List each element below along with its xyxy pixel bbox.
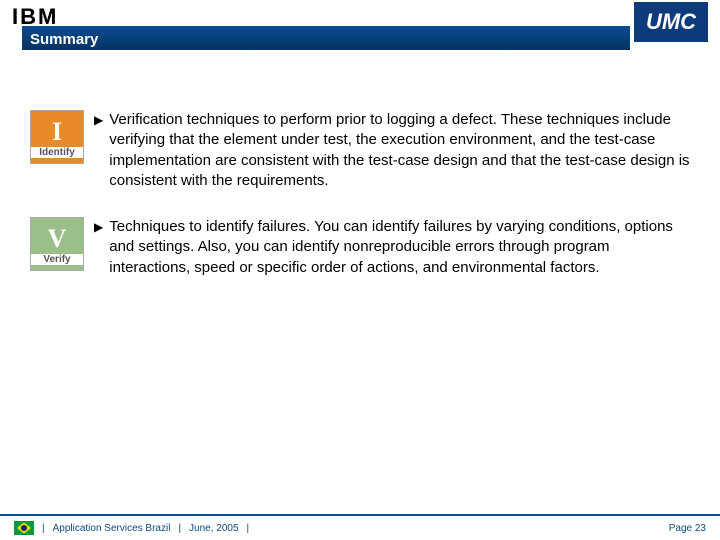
identify-badge-label: Identify <box>31 147 83 158</box>
bullet-marker-icon: ▶ <box>94 217 103 278</box>
verify-badge-letter: V <box>48 224 67 254</box>
footer-left: | Application Services Brazil | June, 20… <box>14 521 249 535</box>
bullet-text: Techniques to identify failures. You can… <box>109 217 690 278</box>
identify-badge: I Identify <box>30 110 84 164</box>
footer-sep: | <box>42 523 45 534</box>
slide-body: I Identify ▶ Verification techniques to … <box>30 110 690 304</box>
umc-logo: UMC <box>634 2 708 42</box>
footer-sep: | <box>178 523 181 534</box>
footer: | Application Services Brazil | June, 20… <box>0 514 720 540</box>
header: IBM Summary UMC <box>0 0 720 50</box>
verify-badge: V Verify <box>30 217 84 271</box>
footer-date: June, 2005 <box>189 523 239 534</box>
bullet-text: Verification techniques to perform prior… <box>109 110 690 191</box>
title-bar: Summary <box>22 26 630 50</box>
bullet-row: ▶ Verification techniques to perform pri… <box>94 110 690 191</box>
footer-sep: | <box>247 523 250 534</box>
umc-logo-text: UMC <box>646 9 696 35</box>
bullet-item: V Verify ▶ Techniques to identify failur… <box>30 217 690 278</box>
footer-org: Application Services Brazil <box>53 523 171 534</box>
bullet-marker-icon: ▶ <box>94 110 103 191</box>
verify-badge-label: Verify <box>31 254 83 265</box>
brazil-flag-icon <box>14 521 34 535</box>
page-title: Summary <box>30 31 98 48</box>
identify-badge-letter: I <box>52 117 62 147</box>
bullet-item: I Identify ▶ Verification techniques to … <box>30 110 690 191</box>
slide: IBM Summary UMC I Identify ▶ Verificatio… <box>0 0 720 540</box>
bullet-row: ▶ Techniques to identify failures. You c… <box>94 217 690 278</box>
page-number: Page 23 <box>669 523 706 534</box>
